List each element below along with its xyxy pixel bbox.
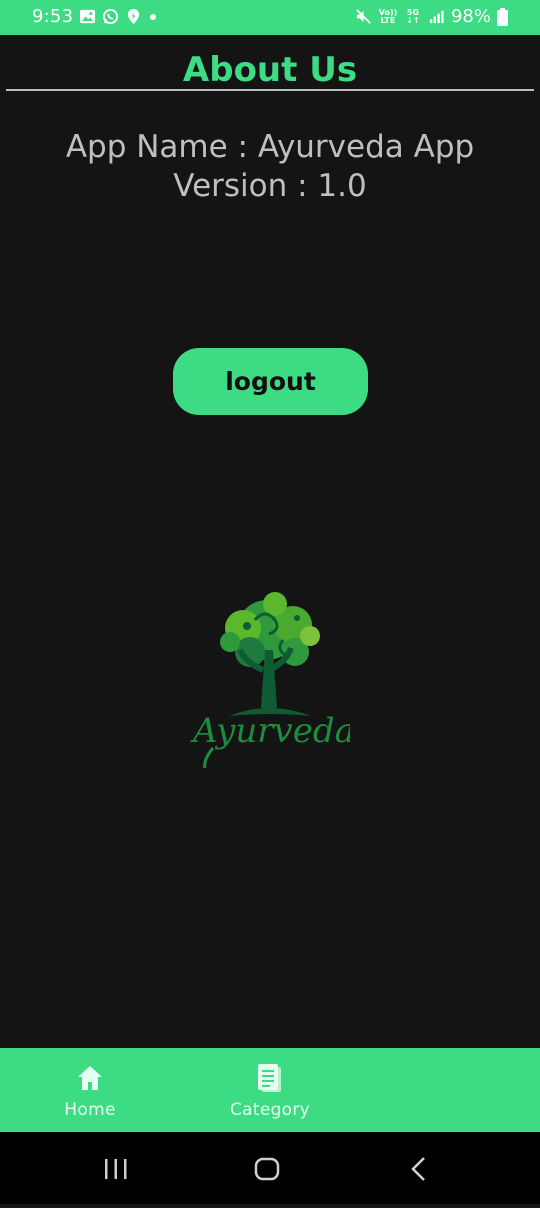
home-icon [78, 1066, 102, 1090]
ayurveda-logo: Ayurveda [185, 590, 355, 775]
system-home-button[interactable] [227, 1132, 307, 1204]
document-icon [258, 1064, 281, 1092]
recent-apps-button[interactable] [76, 1132, 156, 1204]
location-icon [128, 8, 140, 25]
gallery-icon [80, 9, 96, 24]
home-circle-icon [254, 1157, 280, 1181]
nav-item-home[interactable]: Home [15, 1048, 165, 1132]
system-navigation-bar [0, 1132, 540, 1204]
app-name-text: App Name : Ayurveda App [65, 129, 475, 165]
bottom-navigation: Home Category [0, 1048, 540, 1132]
status-left: 9:53 [32, 6, 158, 27]
nav-label-home: Home [64, 1100, 116, 1120]
back-icon [411, 1157, 425, 1181]
recent-apps-icon [105, 1159, 127, 1179]
app-version-text: Version : 1.0 [173, 168, 367, 204]
signal-icon [429, 10, 444, 24]
mute-icon [356, 9, 371, 24]
volte-icon: Vo)) LTE [378, 7, 398, 25]
dot-icon [150, 14, 157, 20]
battery-icon [497, 7, 508, 26]
battery-percent: 98% [450, 6, 491, 27]
status-time: 9:53 [32, 6, 74, 27]
title-divider [6, 89, 534, 91]
back-button[interactable] [378, 1132, 458, 1204]
logout-button[interactable]: logout [173, 348, 368, 415]
nav-item-category[interactable]: Category [195, 1048, 345, 1132]
tree-logo-icon: Ayurveda [190, 592, 355, 769]
status-right: Vo)) LTE 5G ↓↑ 98% [355, 6, 508, 27]
page-title: About Us [182, 50, 358, 90]
status-bar: 9:53 Vo)) LTE 5G ↓↑ 98% [0, 0, 540, 35]
logo-wordmark: Ayurveda [190, 711, 350, 751]
nav-label-category: Category [229, 1100, 311, 1120]
whatsapp-icon [103, 8, 119, 25]
5g-icon: 5G ↓↑ [406, 7, 420, 25]
